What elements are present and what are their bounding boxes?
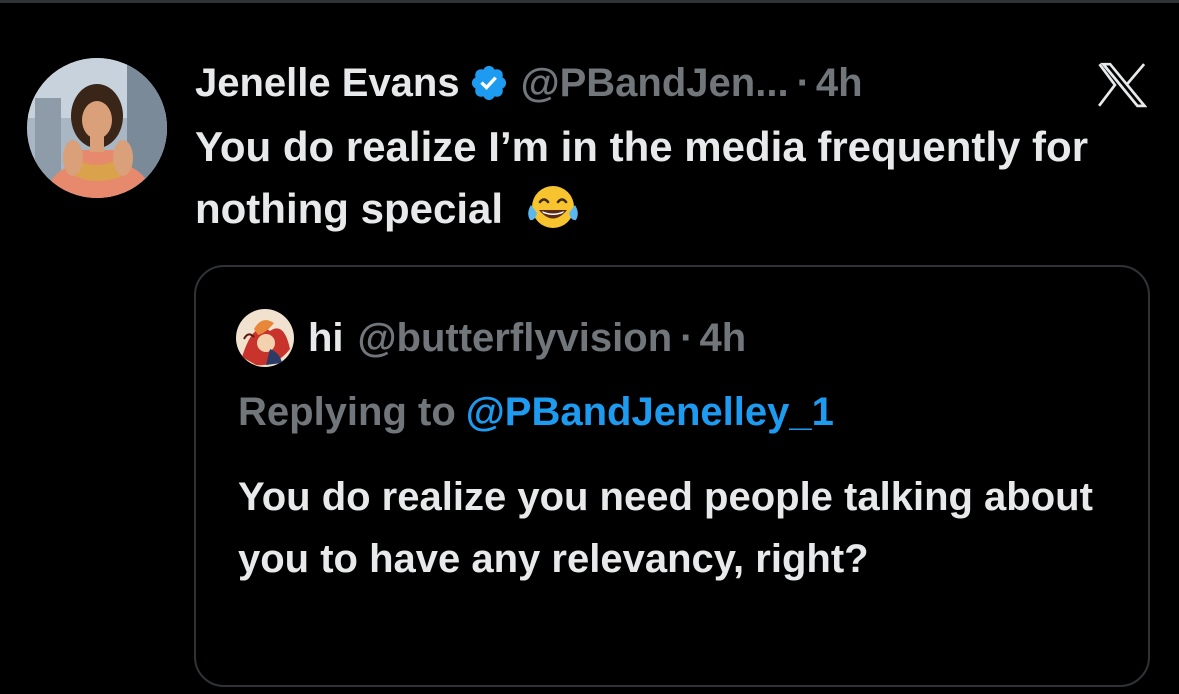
replying-to-label: Replying to [238, 390, 456, 434]
top-divider [0, 0, 1179, 3]
tweet-body: You do realize I’m in the media frequent… [195, 116, 1165, 240]
quoted-tweet-header: hi @butterflyvision · 4h [308, 311, 746, 365]
author-avatar-image [27, 58, 167, 198]
quoted-author-handle[interactable]: @butterflyvision [358, 316, 673, 361]
x-logo-icon[interactable] [1097, 62, 1147, 108]
author-avatar[interactable] [27, 58, 167, 198]
tweet-header: Jenelle Evans @PBandJen... · 4h [195, 56, 863, 110]
tweet-text: You do realize I’m in the media frequent… [195, 123, 1089, 232]
tweet-timestamp[interactable]: 4h [816, 61, 863, 106]
quoted-tweet-card[interactable]: hi @butterflyvision · 4h Replying to @PBa… [194, 265, 1150, 687]
quoted-header-separator: · [680, 315, 694, 360]
quoted-author-avatar-image [236, 309, 294, 367]
author-name[interactable]: Jenelle Evans [195, 61, 460, 106]
quoted-tweet-text: You do realize you need people talking a… [238, 475, 1093, 581]
replying-to-line: Replying to @PBandJenelley_1 [238, 390, 834, 435]
replying-to-handle-link[interactable]: @PBandJenelley_1 [466, 390, 834, 434]
verified-badge-icon [471, 65, 506, 101]
author-handle[interactable]: @PBandJen... [521, 61, 789, 106]
header-separator: · [796, 60, 810, 105]
face-with-tears-of-joy-icon [527, 186, 578, 228]
quoted-author-avatar[interactable] [236, 309, 294, 367]
quoted-tweet-timestamp[interactable]: 4h [699, 316, 746, 361]
quoted-author-name[interactable]: hi [308, 316, 344, 361]
